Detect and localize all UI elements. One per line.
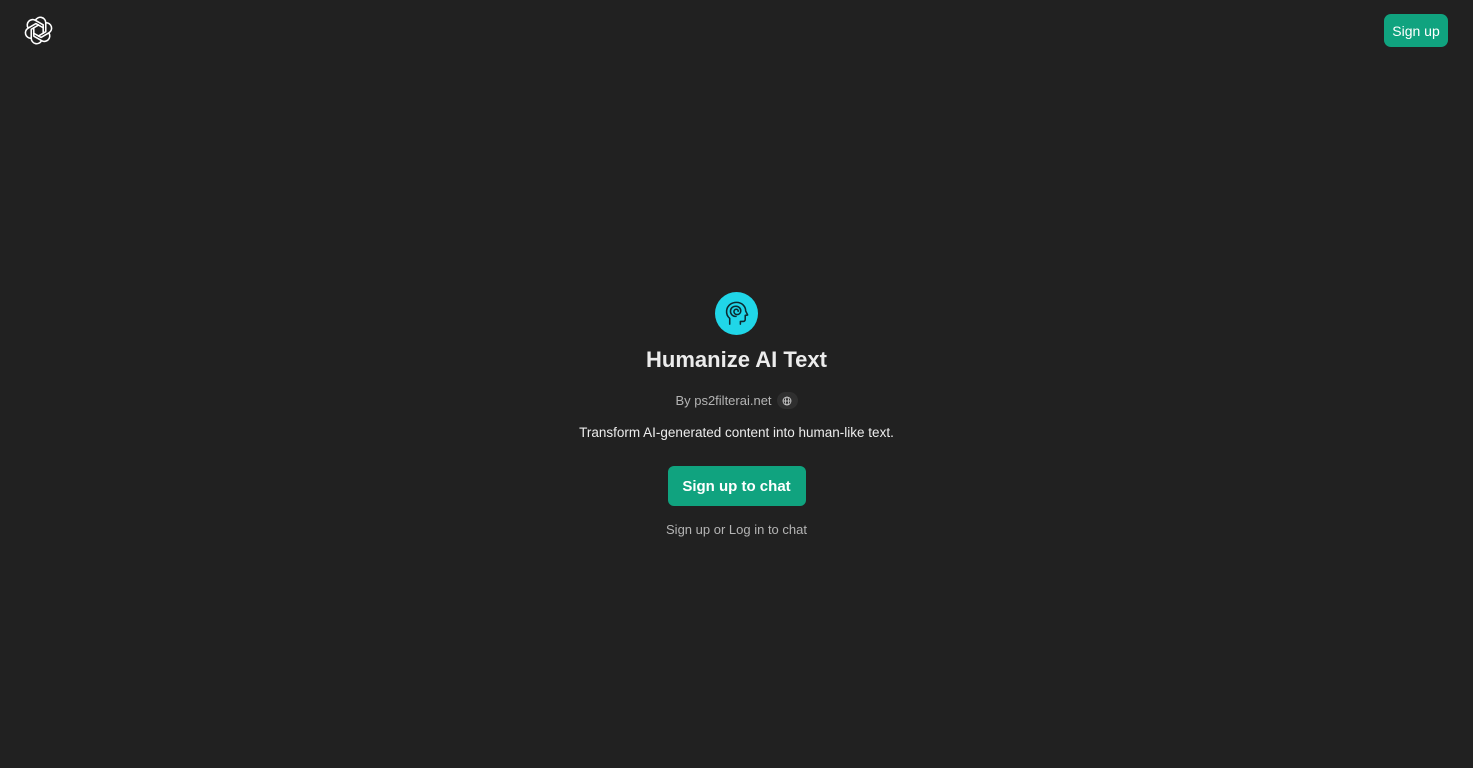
or-text: or	[710, 522, 729, 537]
gpt-intro: Humanize AI Text By ps2filterai.net Tran…	[0, 292, 1473, 538]
to-chat-text: to chat	[764, 522, 807, 537]
auth-links: Sign up or Log in to chat	[666, 522, 807, 538]
globe-icon	[782, 396, 792, 406]
login-link[interactable]: Log in	[729, 522, 764, 537]
signup-link[interactable]: Sign up	[666, 522, 710, 537]
human-head-spiral-icon	[721, 298, 752, 329]
gpt-avatar	[715, 292, 758, 335]
signup-to-chat-button[interactable]: Sign up to chat	[667, 466, 806, 506]
openai-logo-icon[interactable]	[24, 16, 53, 45]
website-link[interactable]	[776, 392, 798, 409]
signup-button[interactable]: Sign up	[1384, 14, 1448, 47]
gpt-author: By ps2filterai.net	[675, 392, 798, 409]
gpt-description: Transform AI-generated content into huma…	[579, 425, 894, 440]
author-text: By ps2filterai.net	[675, 392, 772, 408]
gpt-title: Humanize AI Text	[646, 347, 827, 372]
